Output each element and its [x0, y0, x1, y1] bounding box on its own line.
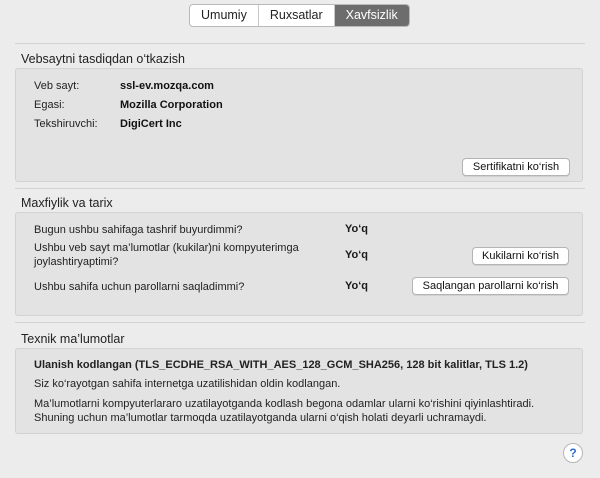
tab-permissions[interactable]: Ruxsatlar: [259, 5, 335, 26]
question-visited-today: Bugun ushbu sahifaga tashrif buyurdimmi?: [34, 224, 243, 236]
question-cookies-line2: joylashtiryaptimi?: [34, 256, 119, 268]
owner-value: Mozilla Corporation: [120, 99, 223, 111]
verifier-value: DigiCert Inc: [120, 118, 182, 130]
tab-bar: Umumiy Ruxsatlar Xavfsizlik: [189, 4, 410, 27]
answer-cookies: Yo‘q: [345, 249, 369, 261]
question-cookies-line1: Ushbu veb sayt ma’lumotlar (kukilar)ni k…: [34, 242, 299, 254]
answer-passwords: Yo‘q: [345, 280, 369, 292]
help-icon: ?: [569, 446, 577, 460]
divider: [15, 322, 585, 323]
divider: [15, 43, 585, 44]
tech-line-3: Shuning uchun ma’lumotlar tarmoqda uzati…: [34, 412, 487, 424]
verification-title: Vebsaytni tasdiqdan o‘tkazish: [21, 52, 185, 66]
website-value: ssl-ev.mozqa.com: [120, 80, 214, 92]
view-certificate-button[interactable]: Sertifikatni ko‘rish: [462, 158, 570, 176]
view-saved-passwords-button[interactable]: Saqlangan parollarni ko‘rish: [412, 277, 569, 295]
view-cookies-button[interactable]: Kukilarni ko‘rish: [472, 247, 569, 265]
privacy-panel: Bugun ushbu sahifaga tashrif buyurdimmi?…: [15, 212, 583, 316]
verification-panel: Veb sayt: ssl-ev.mozqa.com Egasi: Mozill…: [15, 68, 583, 182]
tab-security[interactable]: Xavfsizlik: [334, 5, 409, 26]
technical-title: Texnik ma’lumotlar: [21, 332, 125, 346]
answer-visited-today: Yo‘q: [345, 223, 369, 235]
privacy-title: Maxfiylik va tarix: [21, 196, 113, 210]
verifier-label: Tekshiruvchi:: [34, 118, 98, 130]
technical-panel: Ulanish kodlangan (TLS_ECDHE_RSA_WITH_AE…: [15, 348, 583, 434]
help-button[interactable]: ?: [563, 443, 583, 463]
tech-line-1: Siz ko‘rayotgan sahifa internetga uzatil…: [34, 378, 341, 390]
divider: [15, 188, 585, 189]
question-passwords: Ushbu sahifa uchun parollarni saqladimmi…: [34, 281, 245, 293]
website-label: Veb sayt:: [34, 80, 80, 92]
tech-line-2: Ma’lumotlarni kompyuterlararo uzatilayot…: [34, 398, 535, 410]
tab-general[interactable]: Umumiy: [190, 5, 259, 26]
owner-label: Egasi:: [34, 99, 65, 111]
connection-status: Ulanish kodlangan (TLS_ECDHE_RSA_WITH_AE…: [34, 359, 528, 371]
